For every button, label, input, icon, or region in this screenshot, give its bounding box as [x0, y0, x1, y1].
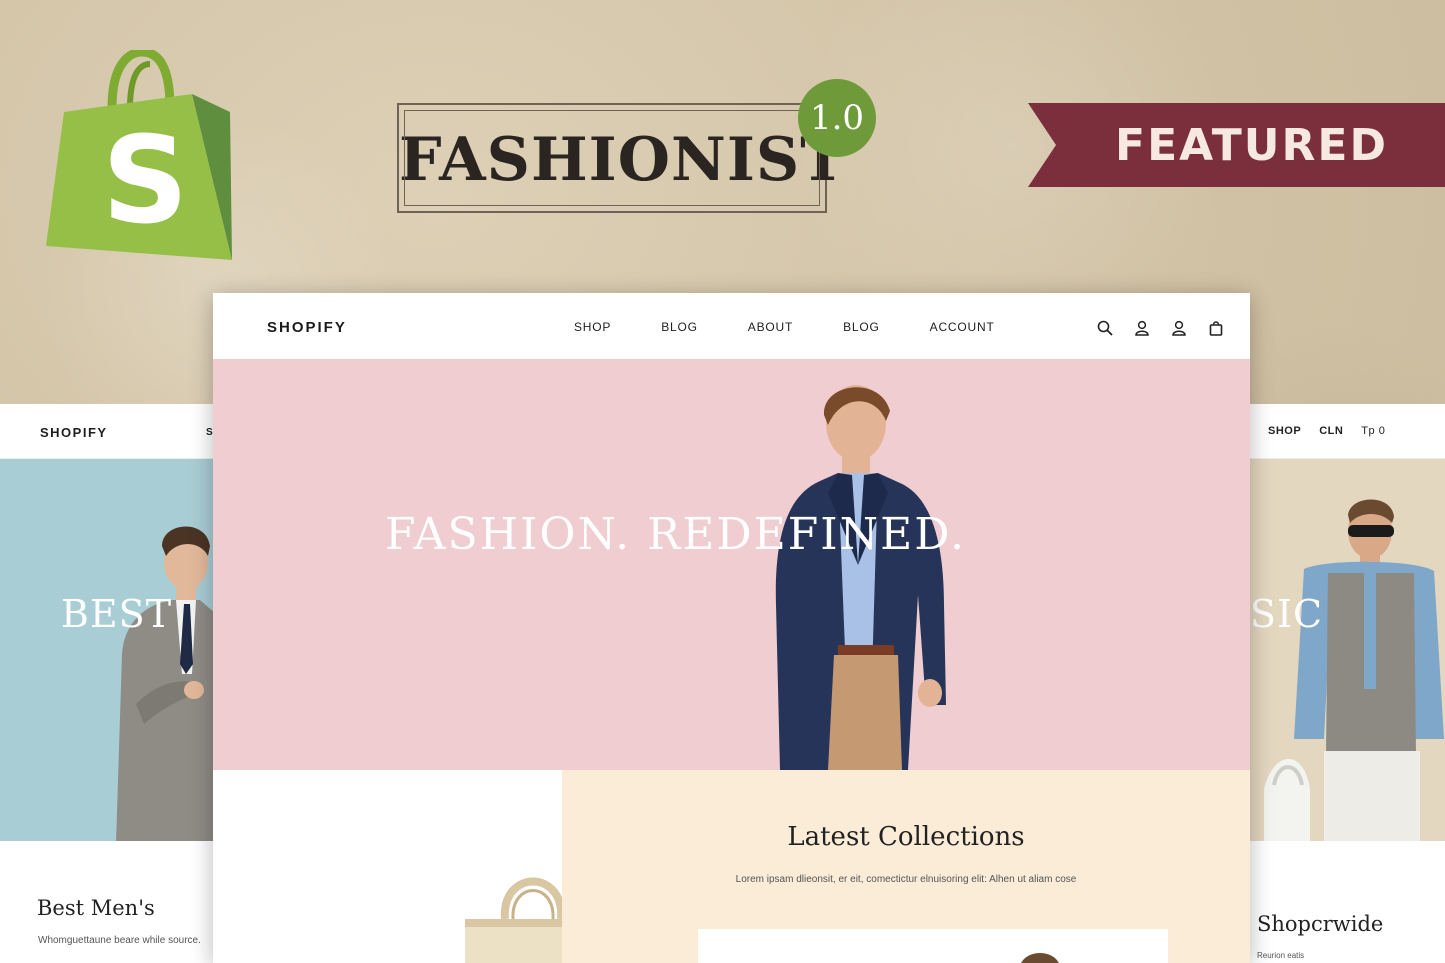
right-mockup-nav: SHOP CLN Tp 0 [1250, 404, 1445, 459]
store-logo[interactable]: SHOPIFY [267, 319, 347, 336]
nav-link-about[interactable]: ABOUT [748, 320, 793, 334]
main-hero: FASHION. REDEFINED. [213, 359, 1250, 770]
main-nav: SHOPIFY SHOP BLOG ABOUT BLOG ACCOUNT [213, 293, 1250, 359]
account-icon[interactable] [1169, 318, 1189, 338]
right-mockup: SHOP CLN Tp 0 SIC Shopcrwide Reurion eat… [1250, 404, 1445, 963]
main-nav-links: SHOP BLOG ABOUT BLOG ACCOUNT [574, 320, 1045, 334]
man-in-grey-suit-photo [116, 526, 213, 841]
collections-title: Latest Collections [787, 822, 1025, 852]
right-mockup-product-title[interactable]: Shopcrwide [1257, 912, 1383, 936]
nav-link-blog[interactable]: BLOG [661, 320, 698, 334]
user-icon[interactable] [1132, 318, 1152, 338]
shopify-bag-logo: S [42, 47, 234, 268]
left-mockup-logo[interactable]: SHOPIFY [40, 425, 108, 440]
svg-text:S: S [102, 112, 188, 251]
main-mockup: SHOPIFY SHOP BLOG ABOUT BLOG ACCOUNT FAS… [213, 293, 1250, 963]
left-mockup-product-title[interactable]: Best Men's [37, 896, 155, 920]
right-mockup-nav-shop[interactable]: SHOP [1268, 425, 1301, 437]
right-mockup-hero-text: SIC [1250, 592, 1324, 636]
collection-card-photo [1020, 953, 1060, 963]
right-mockup-product-subtitle: Reurion eatis [1257, 951, 1305, 960]
left-mockup-nav: SHOPIFY S [0, 404, 213, 459]
latest-collections-section: Latest Collections Lorem ipsam dlieonsit… [562, 770, 1250, 963]
left-mockup-product-subtitle: Whomguettaune beare while source. [38, 935, 201, 946]
search-icon[interactable] [1095, 318, 1115, 338]
man-in-navy-blazer-photo [775, 385, 946, 770]
hero-headline: FASHION. REDEFINED. [385, 509, 966, 560]
featured-product-panel [213, 770, 605, 963]
collections-subtitle: Lorem ipsam dlieonsit, er eit, comectict… [735, 874, 1077, 885]
version-badge: 1.0 [798, 79, 876, 157]
left-mockup: SHOPIFY S BEST Best Men's Whomguettaune … [0, 404, 213, 963]
left-mockup-nav-item[interactable]: S [206, 427, 213, 438]
man-in-vest-photo [1264, 499, 1444, 841]
left-mockup-hero: BEST [0, 459, 213, 841]
cart-icon[interactable] [1206, 318, 1226, 338]
nav-icons [1095, 318, 1226, 338]
product-title: FASHIONIST [399, 125, 846, 195]
nav-link-shop[interactable]: SHOP [574, 320, 611, 334]
right-mockup-hero: SIC [1250, 459, 1445, 841]
collection-card[interactable] [698, 929, 1168, 963]
product-title-frame: FASHIONIST [397, 103, 846, 213]
nav-link-blog-2[interactable]: BLOG [843, 320, 880, 334]
nav-link-account[interactable]: ACCOUNT [930, 320, 995, 334]
featured-ribbon: FEATURED [1028, 103, 1445, 187]
right-mockup-nav-cln[interactable]: CLN [1319, 425, 1343, 437]
left-mockup-hero-text: BEST [61, 592, 173, 636]
right-mockup-nav-cart[interactable]: Tp 0 [1361, 425, 1385, 437]
